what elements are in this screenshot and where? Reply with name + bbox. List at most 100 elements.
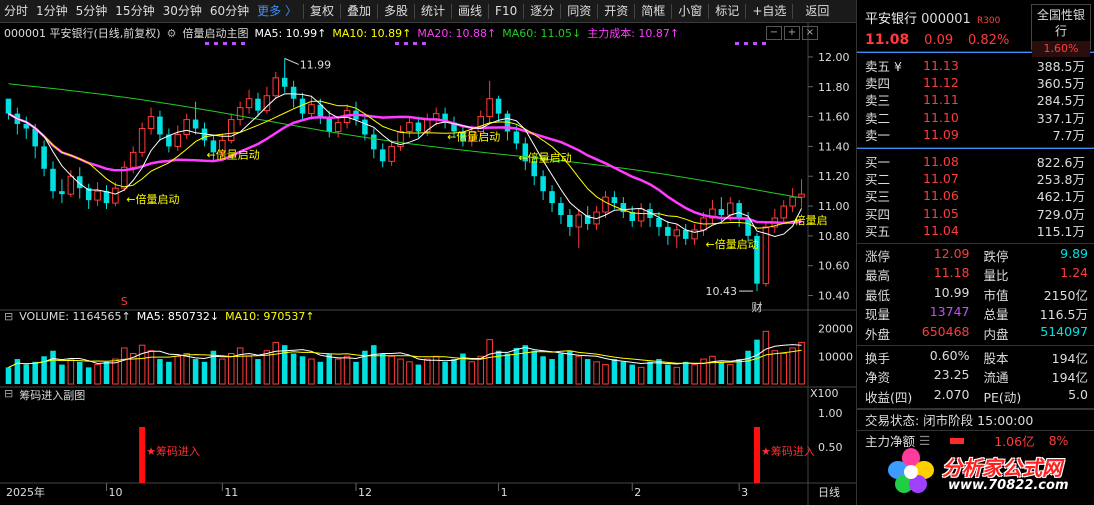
volume-bar: [406, 361, 413, 385]
toolbar-divider: [708, 3, 710, 19]
volume-bar: [371, 345, 377, 384]
period-tab-fenshi[interactable]: 分时: [0, 0, 32, 23]
ask-row[interactable]: 卖三 11.11 284.5万: [857, 91, 1094, 108]
period-label: 日线: [818, 485, 840, 499]
date-label: 3: [741, 486, 748, 499]
price-tick-label: 10.60: [818, 260, 850, 273]
sector-box[interactable]: 全国性银行 1.60%: [1031, 4, 1091, 57]
period-tab-15min[interactable]: 15分钟: [111, 0, 158, 23]
period-tab-1min[interactable]: 1分钟: [32, 0, 72, 23]
kline-chart-area[interactable]: 12.00 11.80 11.60 11.40 11.20 11.00 10.80 10.60…: [0, 23, 856, 505]
period-tab-30min[interactable]: 30分钟: [159, 0, 206, 23]
price-tick-label: 11.00: [818, 200, 850, 213]
draw-line-button[interactable]: 画线: [454, 0, 486, 23]
period-tab-60min[interactable]: 60分钟: [206, 0, 253, 23]
toolbar-divider: [597, 3, 599, 19]
indicator-dot: [744, 42, 748, 45]
volume-bar: [789, 347, 796, 385]
main-cost-label: 主力成本: 10.87↑: [587, 27, 680, 40]
ask-price: 11.11: [923, 92, 959, 108]
simple-frame-button[interactable]: 简框: [637, 0, 669, 23]
volume-tick-label: 10000: [818, 350, 853, 363]
bid-row[interactable]: 买五 11.04 115.1万: [857, 222, 1094, 239]
volume-bar: [397, 358, 404, 385]
more-periods-button[interactable]: 更多 〉: [253, 0, 301, 23]
bid-row[interactable]: 买三 11.06 462.1万: [857, 187, 1094, 204]
bid-row[interactable]: 买四 11.05 729.0万: [857, 205, 1094, 222]
open-capital-button[interactable]: 开资: [600, 0, 632, 23]
stat-value: 12.09: [933, 246, 970, 262]
date-label: 12: [358, 486, 372, 499]
volume-bar: [611, 359, 618, 384]
candle-body: [567, 215, 573, 227]
stat-value: 9.89: [1060, 246, 1088, 262]
bid-row[interactable]: 买二 11.07 253.8万: [857, 170, 1094, 187]
bid-row[interactable]: 买一 11.08 822.6万: [857, 153, 1094, 170]
candle-body: [415, 122, 422, 132]
volume-bar: [103, 361, 110, 384]
adjust-button[interactable]: 复权: [306, 0, 338, 23]
indicator-dot: [735, 42, 739, 45]
candle-body: [780, 205, 787, 219]
volume-bar: [5, 367, 12, 384]
volume-bar: [138, 344, 146, 385]
ask-price: 11.13: [923, 58, 959, 74]
stat-cell: 内盘 514097: [976, 324, 1094, 343]
multi-stock-button[interactable]: 多股: [380, 0, 412, 23]
volume-bar: [522, 345, 529, 384]
quote-header: 平安银行 000001 R300 11.08 0.09 0.82% 全国性银行 …: [857, 0, 1094, 57]
stat-row: 收益(四) 2.070 PE(动) 5.0: [857, 387, 1094, 406]
same-capital-button[interactable]: 同资: [563, 0, 595, 23]
overlay-button[interactable]: 叠加: [343, 0, 375, 23]
candle-body: [575, 214, 583, 228]
volume-bar: [147, 350, 155, 385]
indicator-dot: [762, 42, 766, 45]
ask-row[interactable]: 卖五 ¥ 11.13 388.5万: [857, 57, 1094, 74]
stat-cell: 市值 2150亿: [976, 285, 1094, 304]
volume-ma5-label: MA5: 850732↓: [136, 310, 220, 323]
statistics-button[interactable]: 统计: [417, 0, 449, 23]
candle-body: [281, 77, 288, 87]
indicator-name-label[interactable]: 倍量启动主图: [182, 25, 248, 43]
ask-row[interactable]: 卖二 11.10 337.1万: [857, 109, 1094, 126]
kline-chart[interactable]: 12.0011.8011.6011.4011.2011.0010.8010.60…: [0, 23, 856, 505]
mark-button[interactable]: 标记: [711, 0, 743, 23]
close-icon[interactable]: ×: [802, 26, 818, 40]
volume-bar: [166, 361, 172, 384]
candle-body: [495, 98, 502, 114]
candle-body: [379, 149, 386, 162]
date-label: 10: [108, 486, 122, 499]
plus-icon[interactable]: +: [784, 26, 800, 40]
f10-button[interactable]: F10: [491, 0, 521, 23]
volume-bar: [468, 361, 476, 385]
sub-chart-indicator-icon[interactable]: ⊟: [4, 387, 13, 403]
ask-row[interactable]: 卖四 11.12 360.5万: [857, 74, 1094, 91]
add-watchlist-button[interactable]: +自选: [748, 0, 790, 23]
volume-bar: [50, 350, 56, 384]
volume-bar: [691, 364, 698, 385]
candle-body: [673, 229, 681, 237]
ma60-label: MA60: 11.05↓: [502, 27, 582, 40]
volume-bar: [558, 353, 564, 384]
candle-body: [5, 98, 12, 114]
volume-bar: [771, 350, 779, 385]
volume-label: VOLUME: 1164565↑: [19, 310, 131, 323]
gear-icon[interactable]: ⚙: [167, 25, 177, 43]
price-tick-label: 11.60: [818, 111, 850, 124]
volume-bar: [736, 359, 742, 384]
minus-icon[interactable]: −: [766, 26, 782, 40]
volume-bar: [762, 330, 770, 385]
stat-label: 涨停: [865, 249, 891, 265]
volume-bar: [85, 367, 92, 384]
volume-bar: [227, 353, 235, 385]
stat-cell: 涨停 12.09: [857, 246, 976, 265]
stat-row: 净资 23.25 流通 194亿: [857, 367, 1094, 386]
bid-volume: 462.1万: [1036, 189, 1085, 205]
small-window-button[interactable]: 小窗: [674, 0, 706, 23]
volume-indicator-icon[interactable]: ⊟: [4, 310, 13, 323]
by-minute-button[interactable]: 逐分: [526, 0, 558, 23]
bid-book: 买一 11.08 822.6万 买二 11.07 253.8万 买三 11.06 462.1万买…: [857, 147, 1094, 244]
back-button[interactable]: 返回: [801, 0, 833, 23]
ask-row[interactable]: 卖一 11.09 7.7万: [857, 126, 1094, 143]
period-tab-5min[interactable]: 5分钟: [72, 0, 112, 23]
